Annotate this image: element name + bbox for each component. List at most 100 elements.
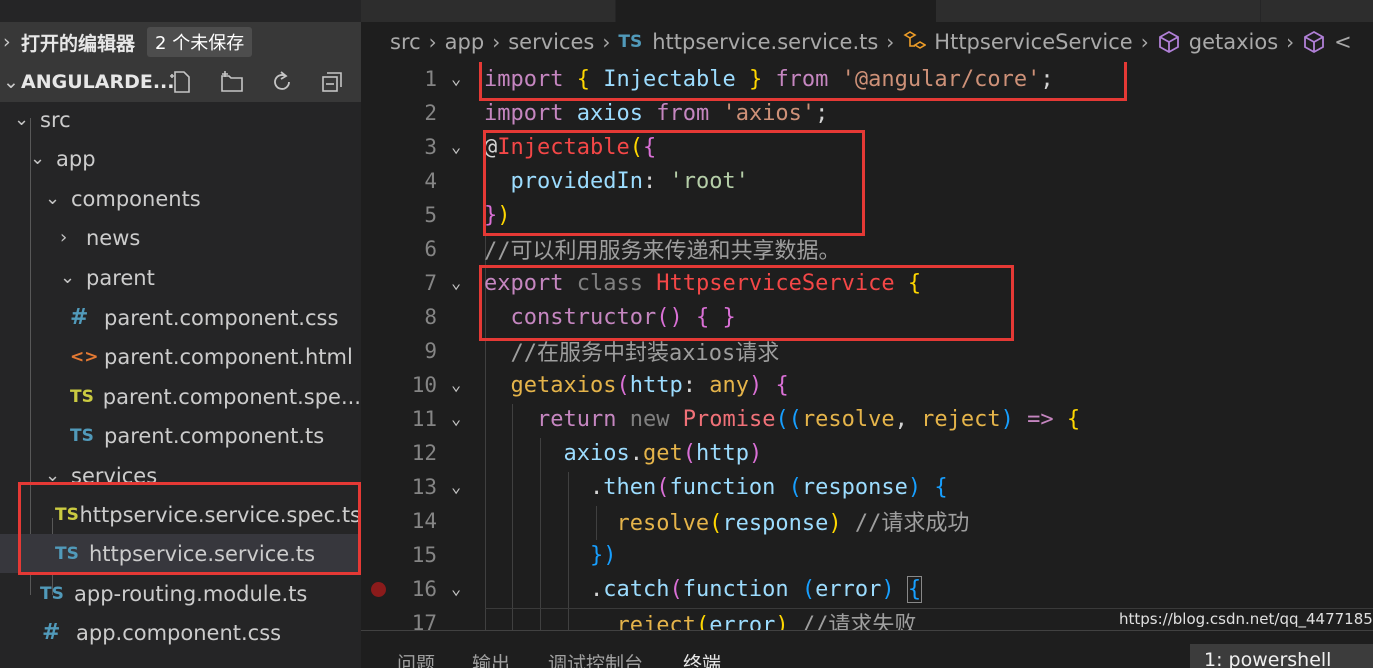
code-text: import axios from 'axios'; bbox=[484, 100, 829, 126]
chevron-right-icon: › bbox=[428, 30, 437, 54]
tree-item-label: services bbox=[71, 463, 158, 488]
code-line: 4 providedIn: 'root' bbox=[361, 164, 1373, 198]
tree-item-label: news bbox=[86, 225, 141, 250]
breadcrumb-item[interactable]: HttpserviceService bbox=[934, 30, 1132, 54]
breadcrumb-item[interactable]: src bbox=[390, 30, 421, 54]
chevron-down-icon: ⌄ bbox=[45, 188, 61, 209]
new-file-icon[interactable] bbox=[168, 68, 196, 96]
breadcrumb-item[interactable]: app bbox=[445, 30, 485, 54]
code-line: 2 import axios from 'axios'; bbox=[361, 96, 1373, 130]
line-number: 11 bbox=[411, 407, 437, 431]
line-number: 7 bbox=[424, 271, 437, 295]
chevron-down-icon: ⌄ bbox=[30, 148, 46, 169]
chevron-down-icon[interactable]: ⌄ bbox=[451, 69, 473, 89]
line-number: 4 bbox=[424, 169, 437, 193]
tree-file-parent-css[interactable]: # parent.component.css bbox=[0, 298, 361, 337]
code-text: }) bbox=[589, 542, 617, 568]
ts-spec-file-icon: TS bbox=[55, 504, 79, 525]
current-line-border bbox=[485, 608, 1373, 609]
code-text: axios.get(http) bbox=[563, 440, 763, 466]
breadcrumb-item[interactable]: < bbox=[1334, 30, 1352, 54]
tree-item-label: app-routing.module.ts bbox=[74, 581, 308, 606]
editor-tab-bar bbox=[361, 0, 1373, 22]
tree-item-label: app bbox=[56, 146, 96, 171]
chevron-down-icon: ⌄ bbox=[60, 267, 76, 288]
code-line: 10 ⌄ getaxios(http: any) { bbox=[361, 368, 1373, 402]
project-header[interactable]: ⌄ ANGULARDE... bbox=[0, 62, 361, 102]
panel-tab-output[interactable]: 输出 bbox=[472, 649, 510, 668]
chevron-down-icon[interactable]: ⌄ bbox=[451, 579, 473, 599]
tree-file-parent-spec[interactable]: TS parent.component.spe... bbox=[0, 377, 361, 416]
tree-folder-parent[interactable]: ⌄ parent bbox=[0, 258, 361, 297]
line-number: 5 bbox=[424, 203, 437, 227]
code-line: 13 ⌄ .then(function (response) { bbox=[361, 470, 1373, 504]
open-editors-header[interactable]: › 打开的编辑器 2 个未保存 bbox=[0, 22, 361, 62]
code-line: 12 axios.get(http) bbox=[361, 436, 1373, 470]
chevron-right-icon: › bbox=[1286, 30, 1295, 54]
sidebar-top-strip bbox=[0, 0, 361, 22]
tree-file-app-routing[interactable]: TS app-routing.module.ts bbox=[0, 574, 361, 613]
chevron-down-icon[interactable]: ⌄ bbox=[451, 137, 473, 157]
code-text: constructor() { } bbox=[510, 304, 736, 330]
code-text: }) bbox=[484, 202, 511, 228]
code-line: 15 }) bbox=[361, 538, 1373, 572]
new-folder-icon[interactable] bbox=[218, 68, 246, 96]
unsaved-badge: 2 个未保存 bbox=[147, 27, 253, 57]
breadcrumb: src › app › services › TS httpservice.servi… bbox=[361, 22, 1373, 62]
method-icon bbox=[1157, 30, 1181, 54]
panel-tab-debug-console[interactable]: 调试控制台 bbox=[548, 649, 643, 668]
watermark-text: https://blog.csdn.net/qq_44771852 bbox=[1119, 610, 1373, 628]
line-number: 17 bbox=[411, 611, 437, 630]
chevron-down-icon: ⌄ bbox=[45, 465, 61, 486]
tree-folder-components[interactable]: ⌄ components bbox=[0, 179, 361, 218]
tree-folder-news[interactable]: › news bbox=[0, 218, 361, 257]
chevron-down-icon[interactable]: ⌄ bbox=[451, 477, 473, 497]
refresh-icon[interactable] bbox=[268, 68, 296, 96]
chevron-right-icon: › bbox=[602, 30, 611, 54]
editor-tab-active[interactable] bbox=[616, 0, 936, 22]
editor-tab[interactable] bbox=[361, 0, 616, 22]
code-text: .catch(function (error) { bbox=[589, 575, 923, 603]
panel-tab-terminal[interactable]: 终端 bbox=[683, 649, 721, 668]
tree-item-label: parent.component.spe... bbox=[102, 384, 361, 409]
code-editor[interactable]: 1 ⌄ import { Injectable } from '@angular… bbox=[361, 62, 1373, 630]
tree-item-label: parent.component.html bbox=[104, 344, 353, 369]
line-number: 16 bbox=[411, 577, 437, 601]
tree-folder-services[interactable]: ⌄ services bbox=[0, 456, 361, 495]
chevron-right-icon: › bbox=[3, 31, 11, 53]
breadcrumb-item[interactable]: httpservice.service.ts bbox=[652, 30, 878, 54]
line-number: 15 bbox=[411, 543, 437, 567]
code-text: reject(error) //请求失败 bbox=[616, 613, 917, 630]
collapse-all-icon[interactable] bbox=[318, 68, 346, 96]
code-line: 11 ⌄ return new Promise((resolve, reject… bbox=[361, 402, 1373, 436]
code-line: 14 resolve(response) //请求成功 bbox=[361, 504, 1373, 538]
terminal-select[interactable]: 1: powershell bbox=[1190, 644, 1373, 668]
editor-tab[interactable] bbox=[936, 0, 1261, 22]
tree-item-label: httpservice.service.ts bbox=[89, 541, 316, 566]
chevron-down-icon[interactable]: ⌄ bbox=[451, 273, 473, 293]
code-text: resolve(response) //请求成功 bbox=[616, 511, 970, 536]
breadcrumb-item[interactable]: services bbox=[508, 30, 594, 54]
html-file-icon: <> bbox=[70, 346, 99, 367]
line-number: 1 bbox=[424, 67, 437, 91]
tree-file-app-css[interactable]: # app.component.css bbox=[0, 613, 361, 652]
tree-folder-app[interactable]: ⌄ app bbox=[0, 139, 361, 178]
tree-folder-src[interactable]: ⌄ src bbox=[0, 100, 361, 139]
method-icon bbox=[1302, 30, 1326, 54]
tree-file-httpservice-spec[interactable]: TS httpservice.service.spec.ts bbox=[0, 495, 361, 534]
chevron-right-icon: › bbox=[886, 30, 895, 54]
panel-tab-problems[interactable]: 问题 bbox=[397, 649, 435, 668]
tree-file-httpservice-ts[interactable]: TS httpservice.service.ts bbox=[0, 534, 361, 573]
code-line: 5 }) bbox=[361, 198, 1373, 232]
line-number: 12 bbox=[411, 441, 437, 465]
line-number: 10 bbox=[411, 373, 437, 397]
tree-file-parent-html[interactable]: <> parent.component.html bbox=[0, 337, 361, 376]
chevron-down-icon[interactable]: ⌄ bbox=[451, 409, 473, 429]
breadcrumb-item[interactable]: getaxios bbox=[1189, 30, 1278, 54]
chevron-down-icon[interactable]: ⌄ bbox=[451, 375, 473, 395]
chevron-right-icon: › bbox=[1140, 30, 1149, 54]
code-line: 16 ⌄ .catch(function (error) { bbox=[361, 572, 1373, 606]
explorer-sidebar: › 打开的编辑器 2 个未保存 ⌄ ANGULARDE... ⌄ src ⌄ a… bbox=[0, 0, 361, 668]
line-number: 9 bbox=[424, 339, 437, 363]
tree-file-parent-ts[interactable]: TS parent.component.ts bbox=[0, 416, 361, 455]
